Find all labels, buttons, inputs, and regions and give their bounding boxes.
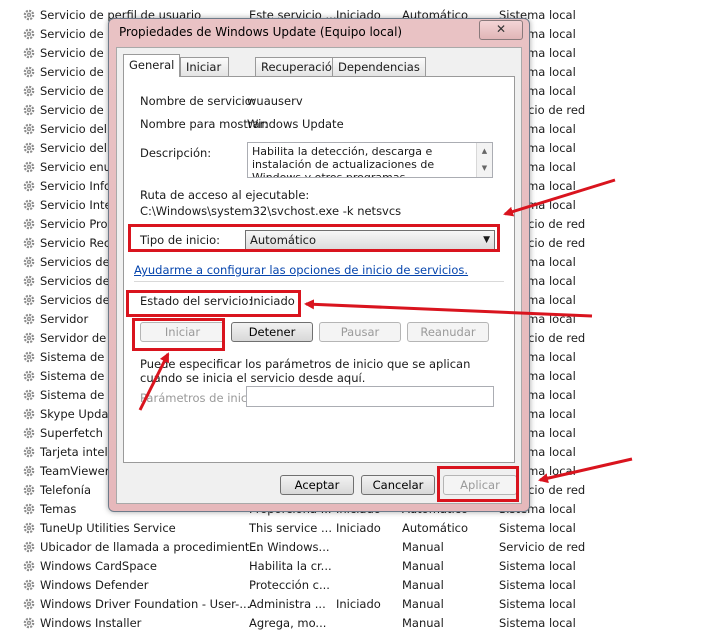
annotation-arrows <box>138 178 633 484</box>
arrow-to-apply-button <box>538 457 633 484</box>
arrow-to-startup-type <box>503 178 616 217</box>
arrow-to-start-button <box>138 352 170 411</box>
arrow-to-service-status <box>304 299 593 318</box>
tab-general[interactable]: General <box>123 54 181 77</box>
